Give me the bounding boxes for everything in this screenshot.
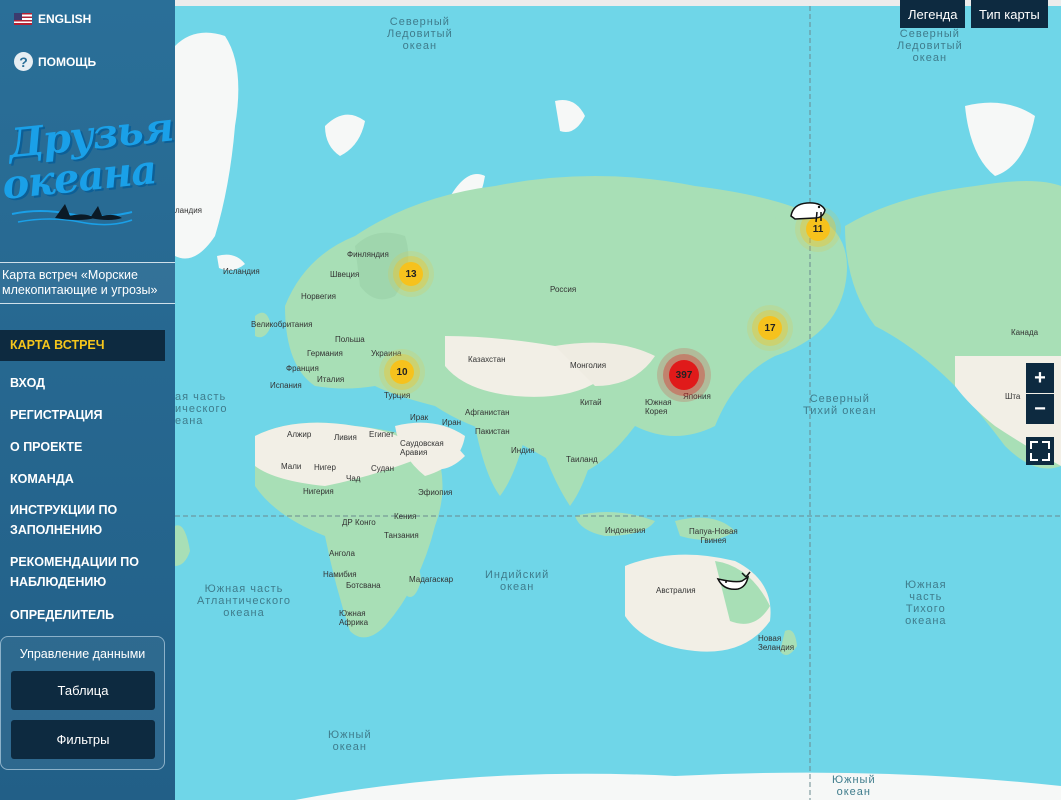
language-label: ENGLISH <box>38 12 92 26</box>
us-flag-icon <box>14 13 32 25</box>
place-label: Украина <box>371 349 402 358</box>
place-label: Судан <box>371 464 395 473</box>
whale-marker-icon[interactable] <box>716 569 752 593</box>
place-label: Афганистан <box>465 408 510 417</box>
encounter-cluster[interactable]: 17 <box>758 316 782 340</box>
ocean-label: Южный океан <box>328 729 372 753</box>
zoom-out-button[interactable]: − <box>1026 394 1054 424</box>
encounter-cluster[interactable]: 10 <box>390 360 414 384</box>
data-management-panel: Управление данными Таблица Фильтры <box>0 636 165 770</box>
place-label: Испания <box>270 381 302 390</box>
place-label: Норвегия <box>301 292 337 301</box>
place-label: Швеция <box>330 270 360 279</box>
menu-item-team[interactable]: КОМАНДА <box>0 463 175 495</box>
place-label: Италия <box>317 375 345 384</box>
question-icon: ? <box>14 52 33 71</box>
place-label: Франция <box>286 364 319 373</box>
place-label: Эфиопия <box>418 488 453 497</box>
place-label: Алжир <box>287 430 312 439</box>
place-label: Нигерия <box>303 487 334 496</box>
place-label: Мали <box>281 462 302 471</box>
place-label: Казахстан <box>468 355 506 364</box>
place-label: Мадагаскар <box>409 575 454 584</box>
place-label: Китай <box>580 398 602 407</box>
menu-item-encounter-map[interactable]: КАРТА ВСТРЕЧ <box>0 330 165 361</box>
place-label: Таиланд <box>566 455 598 464</box>
place-label: Южная Африка <box>339 609 369 627</box>
place-label: Египет <box>369 430 394 439</box>
ocean-label: ая часть ического еана <box>175 391 228 427</box>
sidebar: ENGLISH ? ПОМОЩЬ Друзья океана Карта вст… <box>0 0 175 800</box>
place-label: Турция <box>384 391 411 400</box>
place-label: Германия <box>307 349 343 358</box>
menu-item-register[interactable]: РЕГИСТРАЦИЯ <box>0 399 175 431</box>
help-link[interactable]: ? ПОМОЩЬ <box>14 52 96 71</box>
place-label: Япония <box>683 392 711 401</box>
place-label: Ирак <box>410 413 429 422</box>
place-label: Монголия <box>570 361 607 370</box>
place-label: Ангола <box>329 549 355 558</box>
place-label: ДР Конго <box>342 518 376 527</box>
place-label: Финляндия <box>347 250 389 259</box>
data-panel-title: Управление данными <box>19 647 146 661</box>
place-label: Ливия <box>334 433 357 442</box>
menu-item-identifier[interactable]: ОПРЕДЕЛИТЕЛЬ <box>0 599 175 631</box>
menu-item-recommendations[interactable]: РЕКОМЕНДАЦИИ ПО НАБЛЮДЕНИЮ <box>0 547 175 599</box>
logo[interactable]: Друзья океана <box>0 103 175 232</box>
main-menu: КАРТА ВСТРЕЧ ВХОД РЕГИСТРАЦИЯ О ПРОЕКТЕ … <box>0 330 175 631</box>
orca-wave-icon <box>11 204 133 226</box>
project-title: Карта встреч «Морские млекопитающие и уг… <box>0 262 175 304</box>
place-label: Канада <box>1011 328 1039 337</box>
place-label: Папуа-Новая Гвинея <box>689 527 738 545</box>
place-label: Индонезия <box>605 526 646 535</box>
place-label: ландия <box>175 206 203 215</box>
ocean-label: Южная часть Атлантического океана <box>197 583 291 619</box>
place-label: Иран <box>442 418 462 427</box>
map-type-button[interactable]: Тип карты <box>971 0 1048 28</box>
place-label: Южная Корея <box>645 398 672 416</box>
place-label: Намибия <box>323 570 357 579</box>
map-land-layer <box>175 6 1061 800</box>
menu-item-about[interactable]: О ПРОЕКТЕ <box>0 431 175 463</box>
place-label: Индия <box>511 446 535 455</box>
place-label: Великобритания <box>251 320 313 329</box>
place-label: Исландия <box>223 267 260 276</box>
ocean-label: Южная часть Тихого океана <box>905 579 947 627</box>
place-label: Чад <box>346 474 361 483</box>
fullscreen-button[interactable] <box>1026 437 1054 465</box>
place-label: Пакистан <box>475 427 510 436</box>
place-label: Танзания <box>384 531 419 540</box>
place-label: Нигер <box>314 463 336 472</box>
ocean-label: Южный океан <box>832 774 876 798</box>
menu-item-login[interactable]: ВХОД <box>0 367 175 399</box>
place-label: Россия <box>550 285 577 294</box>
encounter-cluster[interactable]: 13 <box>399 262 423 286</box>
greenland-shape <box>175 32 239 259</box>
ocean-label: Северный Ледовитый океан <box>387 16 453 52</box>
place-label: Саудовская Аравия <box>400 439 444 457</box>
walrus-marker-icon[interactable] <box>787 198 829 224</box>
ocean-label: Северный Тихий океан <box>803 393 877 417</box>
place-label: Шта <box>1005 392 1021 401</box>
encounter-cluster[interactable]: 397 <box>669 360 699 390</box>
language-switch[interactable]: ENGLISH <box>14 12 91 26</box>
place-label: Австралия <box>656 586 696 595</box>
ocean-label: Индийский океан <box>485 569 550 593</box>
place-label: Кения <box>394 512 417 521</box>
table-button[interactable]: Таблица <box>11 671 155 710</box>
zoom-in-button[interactable]: + <box>1026 363 1054 393</box>
ocean-label: Северный Ледовитый океан <box>897 28 963 64</box>
filters-button[interactable]: Фильтры <box>11 720 155 759</box>
place-label: Ботсвана <box>346 581 381 590</box>
help-label: ПОМОЩЬ <box>38 54 97 69</box>
place-label: Новая Зеландия <box>758 634 795 652</box>
place-label: Польша <box>335 335 365 344</box>
world-map[interactable]: Северный Ледовитый океан Северный Ледови… <box>175 6 1061 800</box>
fullscreen-icon <box>1030 441 1038 449</box>
menu-item-instructions[interactable]: ИНСТРУКЦИИ ПО ЗАПОЛНЕНИЮ <box>0 495 175 547</box>
legend-button[interactable]: Легенда <box>900 0 966 28</box>
